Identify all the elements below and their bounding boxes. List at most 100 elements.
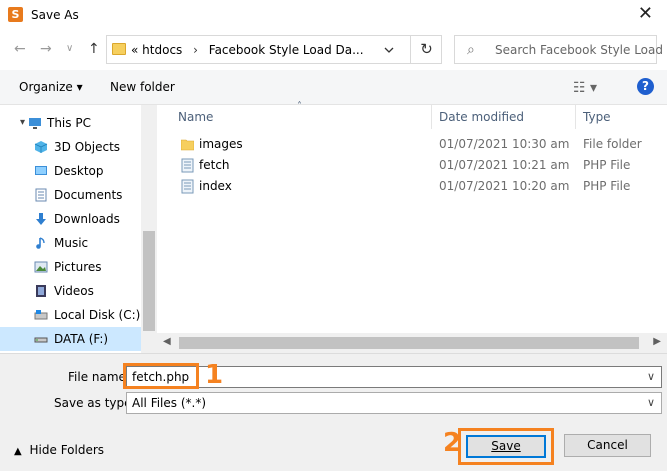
save-type-value: All Files (*.*) (132, 396, 207, 410)
search-box[interactable]: ⌕ Search Facebook Style Load ... (454, 35, 667, 64)
php-file-icon (181, 179, 194, 194)
chevron-down-icon[interactable]: ∨ (647, 396, 655, 409)
cancel-button[interactable]: Cancel (564, 434, 651, 457)
breadcrumb-overflow[interactable]: « (131, 43, 138, 57)
save-button-label: Save (491, 439, 521, 453)
title-bar: S Save As ✕ (0, 0, 667, 30)
file-name: images (199, 137, 243, 151)
file-type: PHP File (583, 158, 631, 172)
php-file-icon (181, 158, 194, 173)
breadcrumb-current-folder[interactable]: Facebook Style Load Da... (209, 43, 364, 57)
column-header-label: Date modified (439, 110, 525, 124)
file-date: 01/07/2021 10:30 am (439, 137, 570, 151)
file-name-label: File name: (68, 370, 130, 384)
file-list: Name ˄ Date modified Type images 01/07/2… (157, 101, 667, 353)
drive-icon (34, 337, 48, 343)
chevron-down-icon[interactable] (383, 44, 395, 56)
organize-menu[interactable]: Organize ▾ (19, 80, 83, 94)
search-input[interactable]: Search Facebook Style Load ... (495, 43, 667, 57)
close-button[interactable]: ✕ (638, 3, 653, 24)
address-bar[interactable]: « htdocs › Facebook Style Load Da... ↻ (106, 35, 442, 64)
sidebar-item-label: 3D Objects (54, 140, 121, 154)
drive-icon (34, 310, 48, 320)
navigation-bar: ← → ∨ ↑ « htdocs › Facebook Style Load D… (0, 30, 667, 70)
step-1-marker: 1 (205, 360, 224, 390)
new-folder-button[interactable]: New folder (110, 80, 175, 94)
column-header-date[interactable]: Date modified (432, 105, 575, 129)
navigation-pane: ▾ This PC 3D Objects Desktop Documents D… (0, 105, 157, 353)
breadcrumb-separator-icon[interactable]: › (193, 43, 198, 57)
sidebar-item-label: Local Disk (C:) (54, 308, 141, 322)
up-arrow-icon[interactable]: ↑ (88, 41, 100, 57)
expand-chevron-icon[interactable]: ▾ (20, 117, 25, 128)
pictures-icon (34, 261, 48, 273)
file-type: File folder (583, 137, 642, 151)
3d-objects-icon (34, 141, 48, 153)
file-name: fetch (199, 158, 230, 172)
sidebar-item-desktop[interactable]: Desktop (0, 159, 141, 183)
sidebar-item-label: DATA (F:) (54, 332, 109, 346)
downloads-icon (36, 213, 46, 225)
file-date: 01/07/2021 10:21 am (439, 158, 570, 172)
scroll-left-icon[interactable]: ◀ (163, 336, 171, 347)
sidebar-item-downloads[interactable]: Downloads (0, 207, 141, 231)
view-options-icon[interactable]: ☷ ▾ (573, 80, 597, 96)
sidebar-item-this-pc[interactable]: ▾ This PC (0, 111, 141, 135)
sublime-text-icon: S (8, 7, 23, 22)
sort-ascending-icon: ˄ (297, 101, 302, 112)
save-form: File name: fetch.php ∨ 1 Save as type: A… (0, 353, 667, 471)
save-type-label: Save as type: (54, 396, 136, 410)
sidebar-item-label: Videos (54, 284, 94, 298)
column-header-type[interactable]: Type (576, 105, 667, 129)
desktop-icon (35, 166, 47, 175)
column-header-label: Type (583, 110, 611, 124)
file-name-highlight (123, 363, 199, 389)
file-date: 01/07/2021 10:20 am (439, 179, 570, 193)
sidebar-item-videos[interactable]: Videos (0, 279, 141, 303)
save-type-select[interactable]: All Files (*.*) ∨ (126, 392, 662, 414)
sidebar-item-label: Documents (54, 188, 123, 202)
folder-icon (112, 43, 126, 55)
cancel-button-label: Cancel (587, 438, 628, 452)
sidebar-item-documents[interactable]: Documents (0, 183, 141, 207)
hide-folders-button[interactable]: ▲ Hide Folders (14, 443, 104, 457)
breadcrumb-htdocs[interactable]: htdocs (142, 43, 182, 57)
hide-folders-label: Hide Folders (29, 443, 105, 457)
column-header-name[interactable]: Name ˄ (157, 101, 431, 129)
column-header-label: Name (178, 110, 214, 124)
sidebar-item-music[interactable]: Music (0, 231, 141, 255)
file-list-scrollbar[interactable]: ◀ ▶ (157, 333, 667, 353)
file-type: PHP File (583, 179, 631, 193)
help-icon[interactable]: ? (637, 78, 654, 95)
file-row-fetch[interactable]: fetch 01/07/2021 10:21 am PHP File (173, 155, 667, 176)
sidebar-item-pictures[interactable]: Pictures (0, 255, 141, 279)
file-row-images[interactable]: images 01/07/2021 10:30 am File folder (173, 134, 667, 155)
sidebar-item-3d-objects[interactable]: 3D Objects (0, 135, 141, 159)
folder-icon (181, 139, 194, 151)
chevron-down-icon[interactable]: ∨ (66, 43, 73, 54)
refresh-icon[interactable]: ↻ (410, 36, 442, 63)
sidebar-item-label: This PC (47, 116, 91, 130)
sidebar-scrollbar[interactable] (141, 105, 157, 353)
scrollbar-thumb[interactable] (179, 337, 639, 349)
computer-icon (29, 118, 41, 129)
music-icon (36, 237, 45, 249)
back-arrow-icon[interactable]: ← (14, 41, 26, 57)
chevron-down-icon[interactable]: ∨ (647, 370, 655, 383)
file-name: index (199, 179, 232, 193)
window-title: Save As (31, 8, 79, 22)
documents-icon (35, 188, 47, 202)
scrollbar-thumb[interactable] (143, 231, 155, 331)
forward-arrow-icon[interactable]: → (40, 41, 52, 57)
sidebar-item-local-disk-c[interactable]: Local Disk (C:) (0, 303, 141, 327)
sidebar-item-label: Music (54, 236, 89, 250)
chevron-up-icon: ▲ (14, 446, 22, 457)
save-button[interactable]: Save (466, 435, 546, 458)
sidebar-item-label: Pictures (54, 260, 102, 274)
file-row-index[interactable]: index 01/07/2021 10:20 am PHP File (173, 176, 667, 197)
sidebar-item-data-f[interactable]: DATA (F:) (0, 327, 141, 351)
videos-icon (36, 285, 46, 297)
scroll-right-icon[interactable]: ▶ (653, 336, 661, 347)
command-bar: Organize ▾ New folder ☷ ▾ ? (0, 70, 667, 105)
sidebar-item-label: Downloads (54, 212, 120, 226)
